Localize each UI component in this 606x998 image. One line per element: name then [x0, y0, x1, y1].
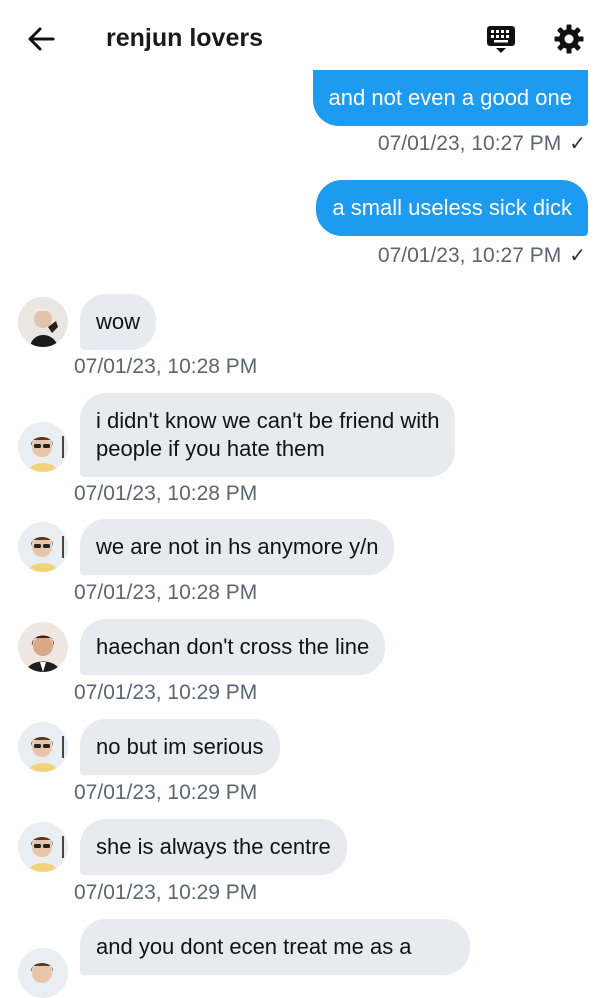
incoming-message-bubble[interactable]: haechan don't cross the line — [80, 619, 386, 675]
incoming-message-bubble[interactable]: and you dont ecen treat me as a — [80, 919, 470, 975]
arrow-left-icon — [28, 27, 55, 51]
message-text: no but im serious — [96, 734, 264, 759]
message-timestamp: 07/01/23, 10:27 PM — [377, 244, 562, 267]
message-text-line: i didn't know we can't be friend with — [96, 408, 440, 433]
settings-button[interactable] — [550, 20, 588, 58]
outgoing-message-bubble[interactable]: a small useless sick dick — [316, 180, 588, 236]
message-timestamp: 07/01/23, 10:29 PM — [74, 681, 258, 704]
message-text: and not even a good one — [328, 85, 572, 110]
message-text: we are not in hs anymore y/n — [96, 534, 379, 559]
message-timestamp: 07/01/23, 10:28 PM — [74, 581, 258, 604]
message-timestamp: 07/01/23, 10:27 PM — [377, 132, 562, 155]
user-photo-icon — [18, 948, 68, 998]
message-text: wow — [96, 309, 141, 334]
avatar[interactable] — [18, 622, 68, 672]
message-text: and you dont ecen treat me as a — [96, 934, 412, 959]
message-text: a small useless sick dick — [332, 195, 572, 220]
message-timestamp: 07/01/23, 10:29 PM — [74, 781, 258, 804]
user-photo-icon — [18, 422, 68, 472]
message-text: she is always the centre — [96, 834, 331, 859]
conversation-title[interactable]: renjun lovers — [106, 22, 263, 54]
message-meta: 07/01/23, 10:27 PM ✓ — [378, 243, 586, 268]
incoming-message-bubble[interactable]: we are not in hs anymore y/n — [80, 519, 395, 575]
chat-header: renjun lovers — [0, 0, 606, 76]
avatar[interactable] — [18, 422, 68, 472]
user-photo-icon — [18, 622, 68, 672]
message-text-line: people if you hate them — [96, 436, 325, 461]
avatar[interactable] — [18, 297, 68, 347]
message-timestamp: 07/01/23, 10:28 PM — [74, 482, 258, 505]
avatar[interactable] — [18, 948, 68, 998]
incoming-message-bubble[interactable]: i didn't know we can't be friend with pe… — [80, 393, 456, 477]
outgoing-message-bubble[interactable]: and not even a good one — [312, 70, 588, 126]
keyboard-icon — [487, 26, 515, 53]
sent-check-icon: ✓ — [569, 133, 586, 155]
user-photo-icon — [18, 297, 68, 347]
avatar[interactable] — [18, 522, 68, 572]
message-meta: 07/01/23, 10:27 PM ✓ — [378, 131, 586, 156]
avatar[interactable] — [18, 722, 68, 772]
user-photo-icon — [18, 822, 68, 872]
message-timestamp: 07/01/23, 10:28 PM — [74, 355, 258, 378]
gear-icon — [554, 24, 584, 54]
message-timestamp: 07/01/23, 10:29 PM — [74, 881, 258, 904]
user-photo-icon — [18, 522, 68, 572]
user-photo-icon — [18, 722, 68, 772]
sent-check-icon: ✓ — [569, 245, 586, 267]
avatar[interactable] — [18, 822, 68, 872]
incoming-message-bubble[interactable]: she is always the centre — [80, 819, 347, 875]
incoming-message-bubble[interactable]: no but im serious — [80, 719, 280, 775]
message-text: haechan don't cross the line — [96, 634, 370, 659]
incoming-message-bubble[interactable]: wow — [80, 294, 157, 350]
back-button[interactable] — [24, 22, 58, 56]
keyboard-button[interactable] — [482, 20, 520, 58]
